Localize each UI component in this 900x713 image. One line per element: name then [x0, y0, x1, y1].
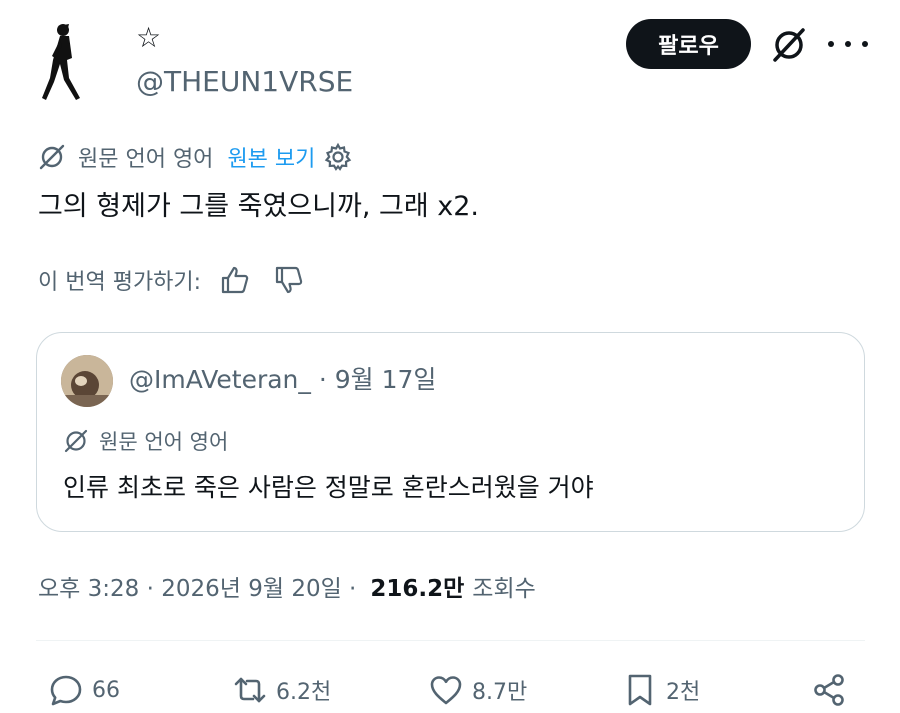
quoted-tweet-text: 인류 최초로 죽은 사람은 정말로 혼란스러웠을 거야 [63, 473, 594, 502]
follow-button[interactable]: 팔로우 [626, 19, 751, 69]
source-language-label: 원문 언어 영어 [78, 147, 214, 172]
quoted-author-avatar[interactable] [61, 355, 113, 407]
gear-icon[interactable] [323, 142, 353, 172]
translate-icon [64, 429, 88, 453]
quoted-tweet-card[interactable]: @ImAVeteran_ · 9월 17일 원문 언어 영어 인류 최초로 죽은… [36, 332, 865, 532]
quoted-handle-date[interactable]: @ImAVeteran_ · 9월 17일 [129, 363, 436, 397]
view-original-link[interactable]: 원본 보기 [227, 141, 315, 173]
tweet-meta: 오후 3:28 · 2026년 9월 20일 · 216.2만 조회수 [38, 568, 536, 604]
bookmark-count: 2천 [666, 680, 701, 705]
translation-rating: 이 번역 평가하기: [38, 262, 305, 298]
views-label: 조회수 [472, 576, 536, 602]
bookmark-button[interactable]: 2천 [622, 670, 700, 710]
rating-label: 이 번역 평가하기: [38, 270, 202, 295]
tweet-text: 그의 형제가 그를 죽였으니까, 그래 x2. [38, 191, 479, 222]
translation-bar: 원문 언어 영어 원본 보기 [38, 140, 353, 174]
views-count: 216.2만 [370, 576, 465, 602]
retweet-button[interactable]: 6.2천 [232, 670, 331, 710]
quoted-translation-bar: 원문 언어 영어 [63, 425, 228, 457]
quoted-source-language-label: 원문 언어 영어 [99, 430, 229, 454]
like-count: 8.7만 [472, 680, 528, 705]
more-icon[interactable] [828, 28, 868, 60]
divider [36, 640, 865, 641]
timestamp[interactable]: 오후 3:28 · 2026년 9월 20일 · [38, 569, 356, 603]
author-avatar[interactable] [36, 18, 96, 104]
heart-icon [430, 676, 462, 705]
retweet-count: 6.2천 [276, 680, 332, 705]
translate-icon [39, 144, 65, 170]
share-button[interactable] [812, 670, 856, 710]
bookmark-icon [628, 674, 652, 706]
share-icon [814, 674, 844, 706]
author-handle[interactable]: @THEUN1VRSE [136, 64, 353, 100]
reply-count: 66 [92, 677, 120, 703]
reply-icon [50, 675, 82, 706]
retweet-icon [234, 677, 266, 703]
author-name[interactable]: ☆ [136, 20, 161, 56]
thumbs-down-icon[interactable] [273, 264, 305, 296]
reply-button[interactable]: 66 [48, 670, 120, 710]
grok-icon[interactable] [770, 26, 808, 64]
like-button[interactable]: 8.7만 [428, 670, 527, 710]
thumbs-up-icon[interactable] [219, 264, 251, 296]
